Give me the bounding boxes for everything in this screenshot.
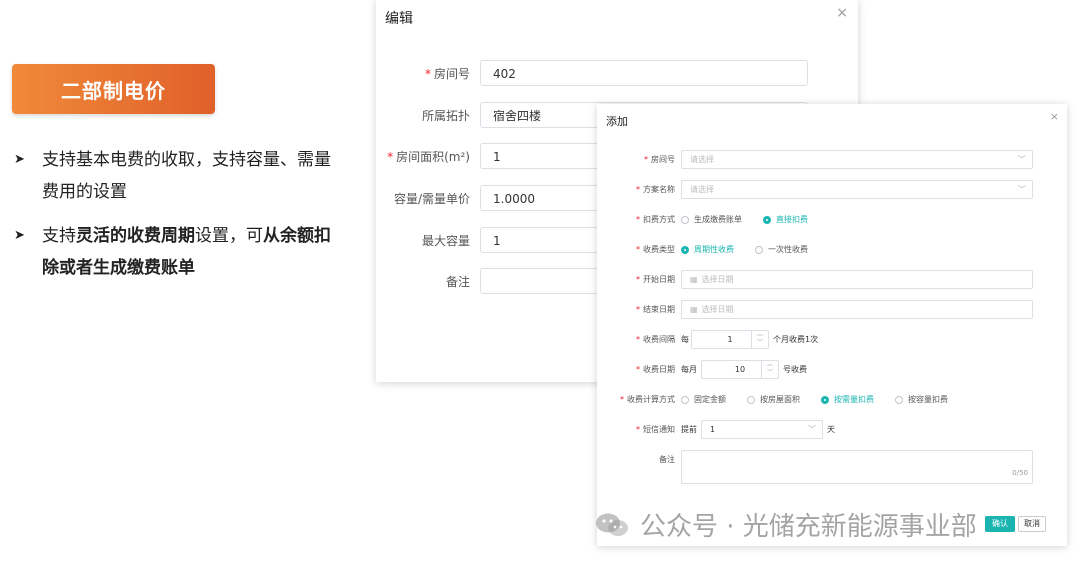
- sms-days-select[interactable]: 1 ﹀: [701, 420, 823, 439]
- room-number-input[interactable]: 402: [480, 60, 808, 86]
- cancel-button[interactable]: 取消: [1018, 516, 1046, 532]
- bullet-item: ➤ 支持基本电费的收取，支持容量、需量费用的设置: [14, 144, 344, 208]
- radio-capacity[interactable]: 按容量扣费: [895, 390, 948, 410]
- stepper-arrows-icon[interactable]: ︿ ﹀: [761, 361, 778, 378]
- radio-one-time[interactable]: 一次性收费: [755, 240, 808, 260]
- plan-row: * 方案名称 请选择 ﹀: [597, 180, 1067, 200]
- room-row: * 房间号 请选择 ﹀: [597, 150, 1067, 170]
- end-date-row: * 结束日期 ▦ 选择日期: [597, 300, 1067, 320]
- arrow-icon: ➤: [14, 228, 25, 243]
- bullet-item: ➤ 支持灵活的收费周期设置，可从余额扣除或者生成缴费账单: [14, 220, 344, 284]
- radio-demand[interactable]: 按需量扣费: [821, 390, 874, 410]
- charge-day-row: * 收费日期 每月 10 ︿ ﹀ 号收费: [597, 360, 1067, 380]
- radio-direct-deduct[interactable]: 直接扣费: [763, 210, 808, 230]
- chevron-down-icon: ﹀: [808, 425, 816, 434]
- stepper-arrows-icon[interactable]: ︿ ﹀: [751, 331, 768, 348]
- room-number-row: * 房间号 402: [376, 60, 858, 88]
- close-icon[interactable]: ×: [1050, 110, 1059, 123]
- radio-fixed[interactable]: 固定金额: [681, 390, 726, 410]
- start-date-row: * 开始日期 ▦ 选择日期: [597, 270, 1067, 290]
- radio-area[interactable]: 按房屋面积: [747, 390, 800, 410]
- charge-type-row: * 收费类型 周期性收费 一次性收费: [597, 240, 1067, 260]
- confirm-button[interactable]: 确认: [985, 516, 1015, 532]
- add-dialog: 添加 × * 房间号 请选择 ﹀ * 方案名称 请选择 ﹀ * 扣费方式 生成缴费账单 直…: [597, 104, 1067, 546]
- calendar-icon: ▦: [690, 275, 698, 284]
- remark-row: 备注 0/50: [597, 450, 1067, 484]
- close-icon[interactable]: ×: [836, 5, 848, 21]
- bullet-text: 支持灵活的收费周期设置，可从余额扣除或者生成缴费账单: [42, 226, 331, 278]
- dialog-title: 编辑: [385, 11, 413, 27]
- radio-periodic[interactable]: 周期性收费: [681, 240, 734, 260]
- interval-row: * 收费间隔 每 1 ︿ ﹀ 个月收费1次: [597, 330, 1067, 350]
- arrow-icon: ➤: [14, 152, 25, 167]
- wechat-icon: [596, 513, 628, 536]
- room-select[interactable]: 请选择 ﹀: [681, 150, 1033, 169]
- end-date-picker[interactable]: ▦ 选择日期: [681, 300, 1033, 319]
- remark-textarea[interactable]: 0/50: [681, 450, 1033, 484]
- bullet-text: 支持基本电费的收取，支持容量、需量费用的设置: [42, 150, 331, 202]
- charge-day-stepper[interactable]: 10 ︿ ﹀: [701, 360, 779, 379]
- chevron-down-icon: ﹀: [1018, 185, 1026, 194]
- start-date-picker[interactable]: ▦ 选择日期: [681, 270, 1033, 289]
- chevron-down-icon: ﹀: [1018, 155, 1026, 164]
- radio-bill[interactable]: 生成缴费账单: [681, 210, 742, 230]
- calc-method-row: * 收费计算方式 固定金额 按房屋面积 按需量扣费 按容量扣费: [597, 390, 1067, 410]
- section-badge: 二部制电价: [12, 64, 215, 114]
- plan-select[interactable]: 请选择 ﹀: [681, 180, 1033, 199]
- deduct-row: * 扣费方式 生成缴费账单 直接扣费: [597, 210, 1067, 230]
- dialog-title: 添加: [606, 115, 628, 128]
- sms-row: * 短信通知 提前 1 ﹀ 天: [597, 420, 1067, 440]
- calendar-icon: ▦: [690, 305, 698, 314]
- interval-stepper[interactable]: 1 ︿ ﹀: [691, 330, 769, 349]
- bullet-list: ➤ 支持基本电费的收取，支持容量、需量费用的设置 ➤ 支持灵活的收费周期设置，可…: [14, 144, 344, 296]
